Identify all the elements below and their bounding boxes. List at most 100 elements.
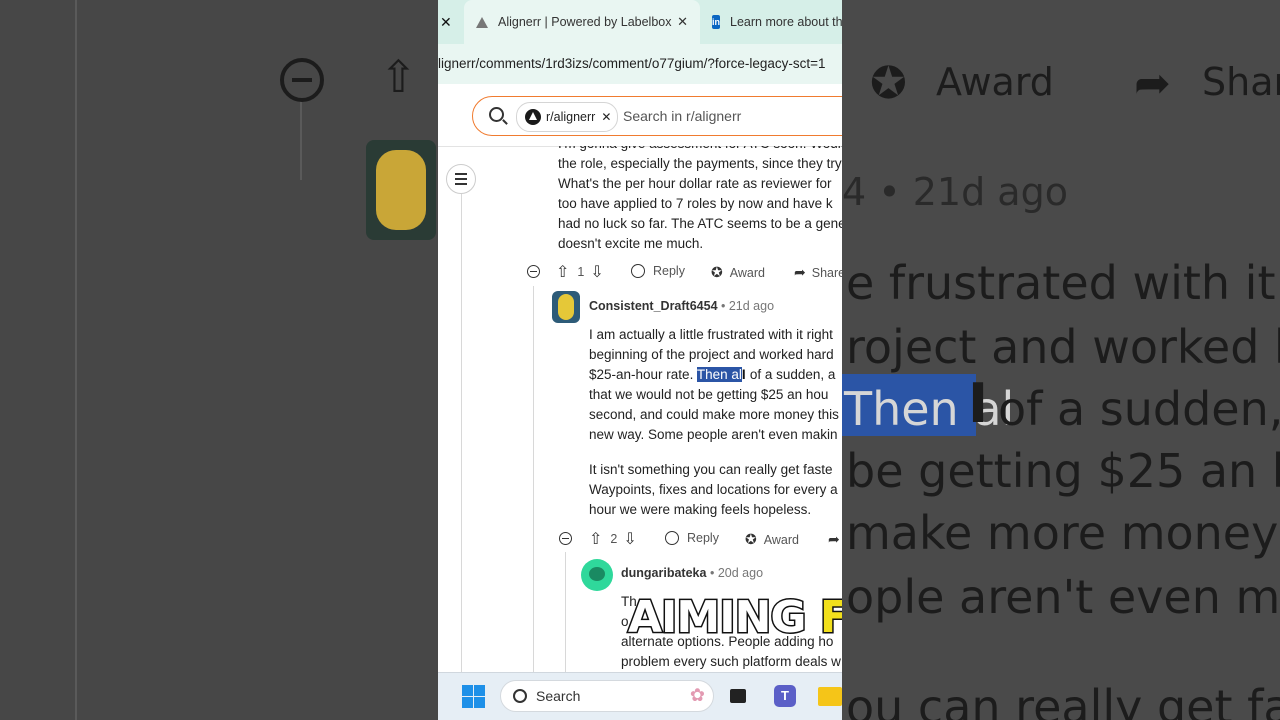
community-chip-label: r/alignerr	[546, 110, 596, 124]
zoom-line: ople aren't even makin	[846, 570, 1280, 624]
comment-line: too have applied to 7 roles by now and h…	[558, 196, 833, 211]
award-icon: ✪	[711, 264, 723, 280]
search-box[interactable]: r/alignerr ✕ Search in r/alignerr	[472, 96, 842, 136]
timestamp: • 21d ago	[721, 299, 775, 313]
comment-text: $25-an-hour rate.	[589, 367, 697, 382]
tab-label: Learn more about th	[730, 15, 842, 29]
collapse-thread-button[interactable]	[527, 265, 540, 278]
search-placeholder[interactable]: Search in r/alignerr	[623, 108, 741, 124]
reply-label: Reply	[653, 264, 685, 278]
close-tab-icon[interactable]: ✕	[677, 14, 688, 30]
comment-line-with-selection: $25-an-hour rate. Then alI of a sudden, a	[589, 365, 835, 385]
thread-line	[300, 100, 302, 180]
file-explorer-icon[interactable]	[818, 687, 842, 706]
zoom-line: e frustrated with it righ	[846, 256, 1280, 310]
comment-line: the role, especially the payments, since…	[558, 156, 842, 171]
tab-alignerr[interactable]: Alignerr | Powered by Labelbox ✕	[464, 0, 700, 44]
upvote-icon[interactable]: ⇧	[589, 529, 602, 549]
upvote-icon: ⇧	[380, 52, 417, 103]
award-button[interactable]: ✪ Award	[745, 531, 799, 548]
collapse-thread-button[interactable]	[559, 532, 572, 545]
url-text[interactable]: lignerr/comments/1rd3izs/comment/o77gium…	[438, 56, 826, 71]
vote-count: 2	[610, 532, 618, 546]
reply-label: Reply	[687, 531, 719, 545]
zoom-selected: Then al	[844, 382, 1015, 436]
reply-button[interactable]: Reply	[665, 531, 719, 545]
comment-line: I'm gonna give assessment for ATC soon. …	[558, 146, 842, 154]
close-tab-icon[interactable]: ✕	[440, 0, 454, 44]
tab-linkedin[interactable]: in Learn more about th	[712, 0, 842, 44]
remove-chip-icon[interactable]: ✕	[601, 110, 611, 124]
linkedin-icon: in	[712, 15, 720, 29]
background-left: ⇧	[0, 0, 438, 720]
search-icon-handle	[502, 119, 508, 125]
zoom-line: ou can really get faste	[846, 680, 1280, 720]
comment-line: hour we were making feels hopeless.	[589, 502, 812, 517]
video-caption: AIMING FO	[627, 591, 842, 645]
thread-line	[461, 194, 462, 672]
share-icon: ➦	[1134, 58, 1171, 109]
community-avatar	[525, 109, 541, 125]
teams-icon[interactable]: T	[774, 685, 796, 707]
zoom-line: of a sudden, a	[998, 382, 1280, 436]
alignerr-icon	[476, 16, 488, 28]
upvote-icon[interactable]: ⇧	[556, 262, 569, 282]
vote-bar: ⇧ 1 ⇩	[556, 262, 604, 282]
menu-button[interactable]	[446, 164, 476, 194]
vote-bar: ⇧ 2 ⇩	[589, 529, 637, 549]
text-cursor-icon: I	[741, 367, 746, 382]
username[interactable]: dungaribateka	[621, 566, 706, 580]
avatar[interactable]	[552, 291, 580, 323]
share-label: Share	[811, 265, 842, 280]
award-label: Award	[936, 60, 1054, 104]
hamburger-icon	[455, 173, 467, 185]
share-button[interactable]: ➦ Share	[794, 264, 842, 281]
zoom-line: make more money this	[846, 506, 1280, 560]
downvote-icon[interactable]: ⇩	[590, 262, 603, 282]
collapse-icon	[280, 58, 324, 102]
task-view-icon[interactable]	[730, 689, 746, 703]
award-label: Award	[729, 265, 765, 280]
windows-start-icon[interactable]	[462, 685, 485, 708]
downvote-icon[interactable]: ⇩	[623, 529, 636, 549]
thread-line	[533, 286, 534, 672]
award-button[interactable]: ✪ Award	[711, 264, 765, 281]
share-icon[interactable]: ➦	[828, 531, 840, 548]
taskbar-search-label: Search	[536, 688, 581, 704]
comment-line: beginning of the project and worked hard	[589, 347, 834, 362]
share-label: Shar	[1202, 60, 1280, 104]
background-right: ✪ Award ➦ Shar 4 • 21d ago e frustrated …	[842, 0, 1280, 720]
search-row: r/alignerr ✕ Search in r/alignerr	[438, 84, 842, 147]
thread-line	[75, 0, 77, 720]
comment-line: Waypoints, fixes and locations for every…	[589, 482, 838, 497]
zoom-line: roject and worked hard	[846, 320, 1280, 374]
flower-icon: ✿	[689, 685, 705, 705]
text-cursor-icon: I	[968, 372, 989, 435]
comment-line: I am actually a little frustrated with i…	[589, 327, 833, 342]
tab-bar: ✕ Alignerr | Powered by Labelbox ✕ in Le…	[438, 0, 842, 44]
taskbar-search[interactable]: Search ✿	[500, 680, 714, 712]
avatar[interactable]	[581, 559, 613, 591]
comment-line: second, and could make more money this	[589, 407, 839, 422]
selected-text: Then al	[696, 367, 742, 382]
reply-button[interactable]: Reply	[631, 264, 685, 278]
comment-line: new way. Some people aren't even makin	[589, 427, 838, 442]
share-icon: ➦	[794, 264, 806, 280]
tab-label: Alignerr | Powered by Labelbox	[498, 15, 672, 29]
timestamp: • 20d ago	[710, 566, 764, 580]
vote-count: 1	[577, 265, 585, 279]
award-label: Award	[763, 532, 799, 547]
caption-yellow: FO	[818, 591, 842, 645]
username[interactable]: Consistent_Draft6454	[589, 299, 718, 313]
comment-line: problem every such platform deals w	[621, 654, 841, 669]
comment-line: It isn't something you can really get fa…	[589, 462, 833, 477]
address-bar[interactable]: lignerr/comments/1rd3izs/comment/o77gium…	[438, 44, 842, 84]
community-chip[interactable]: r/alignerr ✕	[516, 102, 619, 132]
reply-icon	[665, 531, 679, 545]
taskbar: Search ✿ T	[438, 672, 842, 720]
zoom-line: be getting $25 an hou	[846, 444, 1280, 498]
comment-line: that we would not be getting $25 an hou	[589, 387, 829, 402]
award-icon: ✪	[745, 531, 757, 547]
comment-line: doesn't excite me much.	[558, 236, 704, 251]
comment-line: What's the per hour dollar rate as revie…	[558, 176, 832, 191]
